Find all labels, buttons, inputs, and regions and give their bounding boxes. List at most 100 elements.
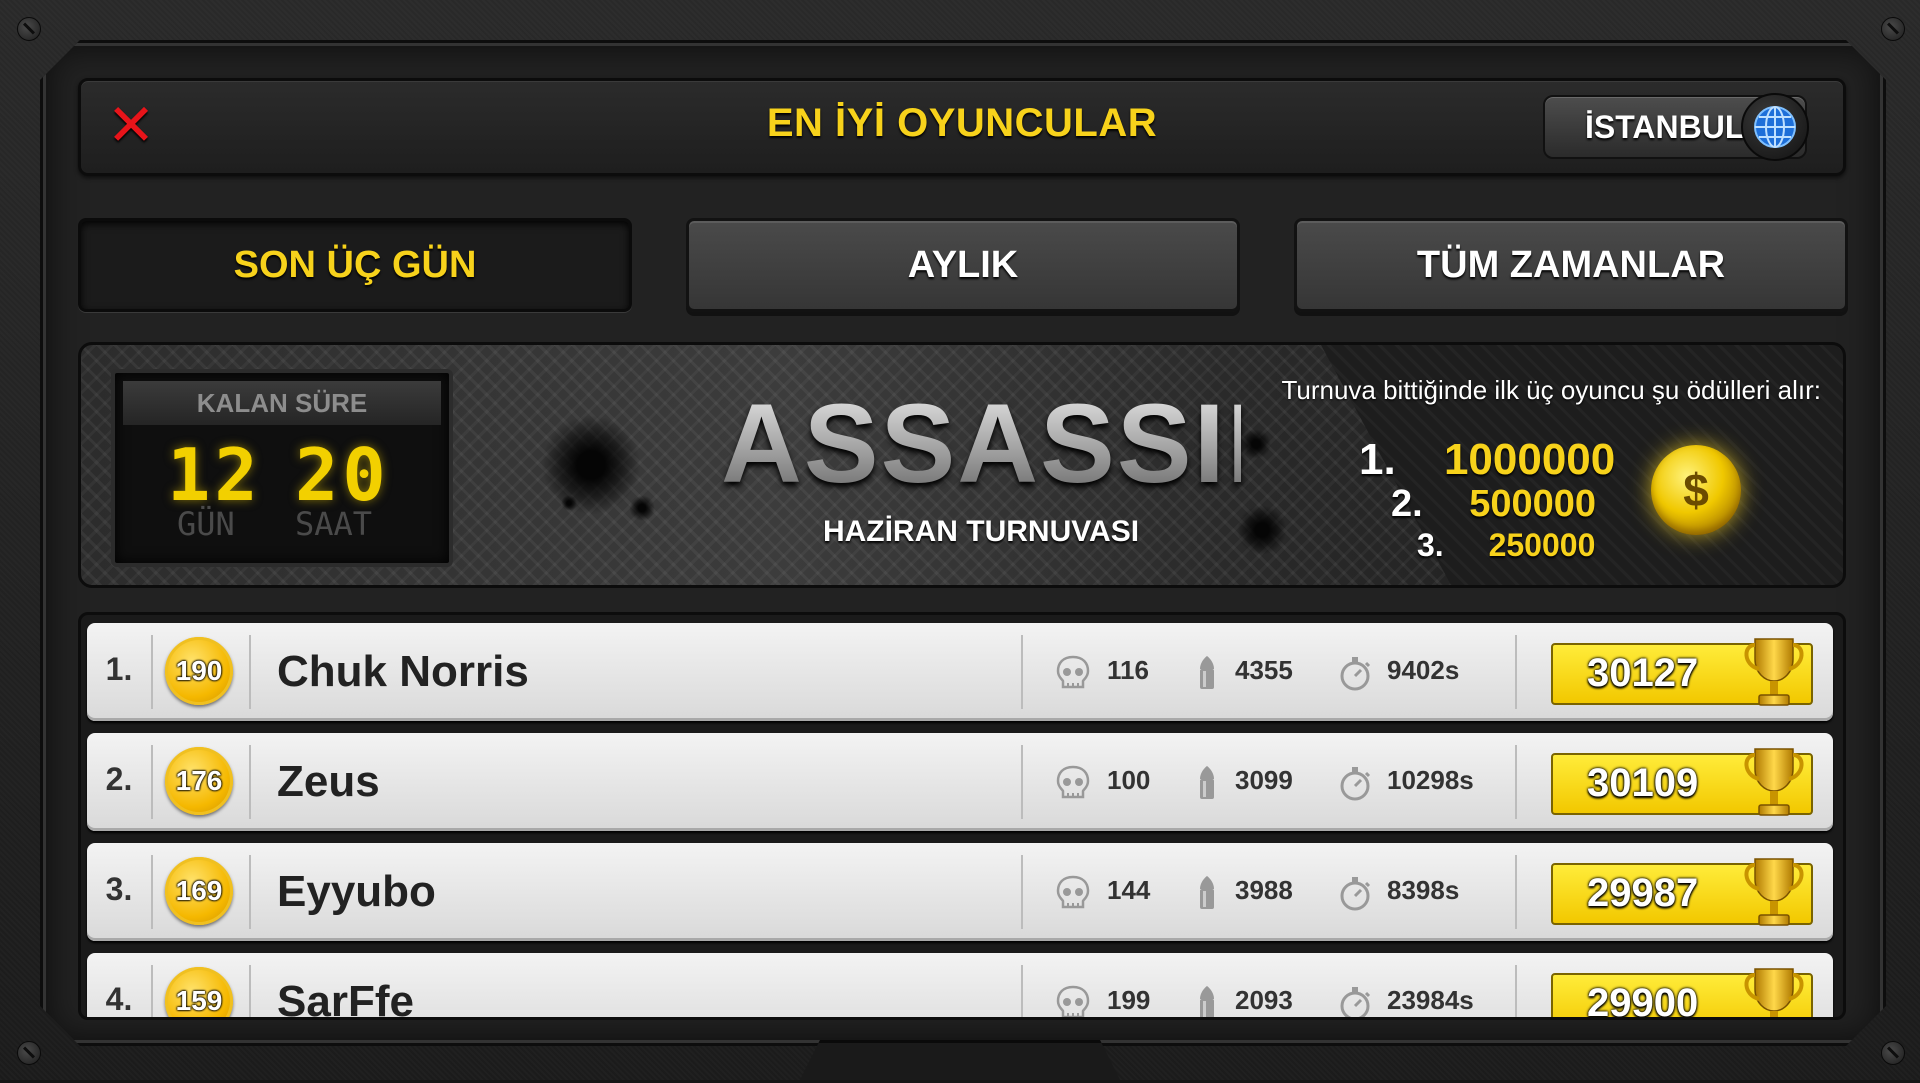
timer-hours-unit: SAAT xyxy=(295,505,373,543)
kills-value: 144 xyxy=(1107,875,1151,905)
divider xyxy=(151,635,153,709)
trophy-icon xyxy=(1744,638,1804,706)
coin-icon: $ xyxy=(1651,445,1741,535)
prize-amount: 1000000 xyxy=(1443,435,1616,484)
skull-icon xyxy=(1056,875,1090,909)
prize-line-2: 2. 500000 xyxy=(1391,483,1596,526)
level-badge: 159 xyxy=(165,967,233,1017)
player-name: SarFfe xyxy=(277,977,414,1020)
prize-amount: 250000 xyxy=(1488,527,1596,563)
score-value: 30109 xyxy=(1587,761,1699,805)
skull-icon xyxy=(1056,655,1090,689)
leaderboard-row[interactable]: 1. 190 Chuk Norris 116 4355 9402s 30127 xyxy=(87,623,1833,721)
shots-value: 4355 xyxy=(1235,655,1293,685)
level-badge: 176 xyxy=(165,747,233,815)
tab-label: AYLIK xyxy=(907,243,1019,286)
tab-son-uc-gun[interactable]: SON ÜÇ GÜN xyxy=(78,218,632,312)
timer-label: KALAN SÜRE xyxy=(123,381,441,425)
prize-rank: 3. xyxy=(1417,527,1444,563)
prize-amount: 500000 xyxy=(1469,483,1597,525)
level-badge: 190 xyxy=(165,637,233,705)
tournament-subtitle: HAZİRAN TURNUVASI xyxy=(822,515,1140,548)
divider xyxy=(1021,965,1023,1017)
bullet-icon xyxy=(1200,766,1214,799)
bullet-hole xyxy=(629,495,655,521)
tab-label: SON ÜÇ GÜN xyxy=(233,243,477,286)
divider xyxy=(1515,745,1517,819)
player-name: Zeus xyxy=(277,757,380,806)
tab-aylik[interactable]: AYLIK xyxy=(686,218,1240,312)
divider xyxy=(249,635,251,709)
divider xyxy=(1021,635,1023,709)
kills-value: 100 xyxy=(1107,765,1151,795)
divider xyxy=(249,965,251,1017)
level-badge: 169 xyxy=(165,857,233,925)
time-value: 9402s xyxy=(1387,655,1460,685)
bullet-hole xyxy=(1237,505,1287,555)
prize-line-1: 1. 1000000 xyxy=(1359,435,1615,485)
stopwatch-icon xyxy=(1340,877,1371,911)
screw-bottom-right xyxy=(1881,1041,1905,1065)
time-value: 23984s xyxy=(1387,985,1474,1015)
divider xyxy=(151,745,153,819)
divider xyxy=(1515,855,1517,929)
trophy-icon xyxy=(1744,858,1804,926)
row-rank: 2. xyxy=(105,761,133,797)
shots-value: 3099 xyxy=(1235,765,1293,795)
kills-value: 116 xyxy=(1107,655,1149,685)
player-name: Eyyubo xyxy=(277,867,436,916)
player-name: Chuk Norris xyxy=(277,647,529,696)
bullet-icon xyxy=(1200,876,1214,909)
divider xyxy=(249,855,251,929)
row-rank: 4. xyxy=(105,981,133,1017)
prize-intro-text: Turnuva bittiğinde ilk üç oyuncu şu ödül… xyxy=(1281,375,1821,405)
score-value: 29900 xyxy=(1587,981,1699,1020)
leaderboard-row[interactable]: 3. 169 Eyyubo 144 3988 8398s 29987 xyxy=(87,843,1833,941)
divider xyxy=(151,965,153,1017)
leaderboard-list[interactable]: 1. 190 Chuk Norris 116 4355 9402s 30127 … xyxy=(78,612,1846,1020)
countdown-timer: KALAN SÜRE 12 20 GÜN SAAT xyxy=(111,369,453,567)
stopwatch-icon xyxy=(1340,657,1371,691)
row-rank: 1. xyxy=(105,651,133,687)
divider xyxy=(1021,745,1023,819)
region-label: İSTANBUL xyxy=(1585,109,1745,145)
leaderboard-row[interactable]: 2. 176 Zeus 100 3099 10298s 30109 xyxy=(87,733,1833,831)
stopwatch-icon xyxy=(1340,767,1371,801)
row-rank: 3. xyxy=(105,871,133,907)
tournament-banner: KALAN SÜRE 12 20 GÜN SAAT ASSASSIN HAZİR… xyxy=(78,342,1846,588)
tournament-title: ASSASSIN xyxy=(721,381,1310,506)
score-value: 29987 xyxy=(1587,871,1699,915)
prize-rank: 1. xyxy=(1359,435,1396,484)
divider xyxy=(1515,635,1517,709)
prize-rank: 2. xyxy=(1391,483,1423,525)
divider xyxy=(1021,855,1023,929)
tab-tum-zamanlar[interactable]: TÜM ZAMANLAR xyxy=(1294,218,1848,312)
shots-value: 3988 xyxy=(1235,875,1293,905)
divider xyxy=(249,745,251,819)
divider xyxy=(151,855,153,929)
screw-top-right xyxy=(1881,17,1905,41)
screw-bottom-left xyxy=(17,1041,41,1065)
time-value: 8398s xyxy=(1387,875,1460,905)
region-selector-button[interactable]: İSTANBUL xyxy=(1543,93,1809,161)
globe-icon xyxy=(1741,93,1809,161)
shots-value: 2093 xyxy=(1235,985,1293,1015)
bullet-icon xyxy=(1200,986,1214,1017)
bullet-icon xyxy=(1200,656,1214,689)
skull-icon xyxy=(1056,765,1090,799)
time-value: 10298s xyxy=(1387,765,1474,795)
bottom-notch xyxy=(800,1040,1120,1080)
score-value: 30127 xyxy=(1587,651,1699,695)
leaderboard-row[interactable]: 4. 159 SarFfe 199 2093 23984s 29900 xyxy=(87,953,1833,1020)
bullet-hole xyxy=(541,415,641,515)
divider xyxy=(1515,965,1517,1017)
prize-line-3: 3. 250000 xyxy=(1417,527,1595,564)
skull-icon xyxy=(1056,985,1090,1017)
timer-days-unit: GÜN xyxy=(177,505,235,543)
tab-label: TÜM ZAMANLAR xyxy=(1416,243,1726,286)
screw-top-left xyxy=(17,17,41,41)
bullet-hole xyxy=(561,495,577,511)
trophy-icon xyxy=(1744,748,1804,816)
header-bar: ✕ EN İYİ OYUNCULAR İSTANBUL xyxy=(78,78,1846,176)
kills-value: 199 xyxy=(1107,985,1151,1015)
